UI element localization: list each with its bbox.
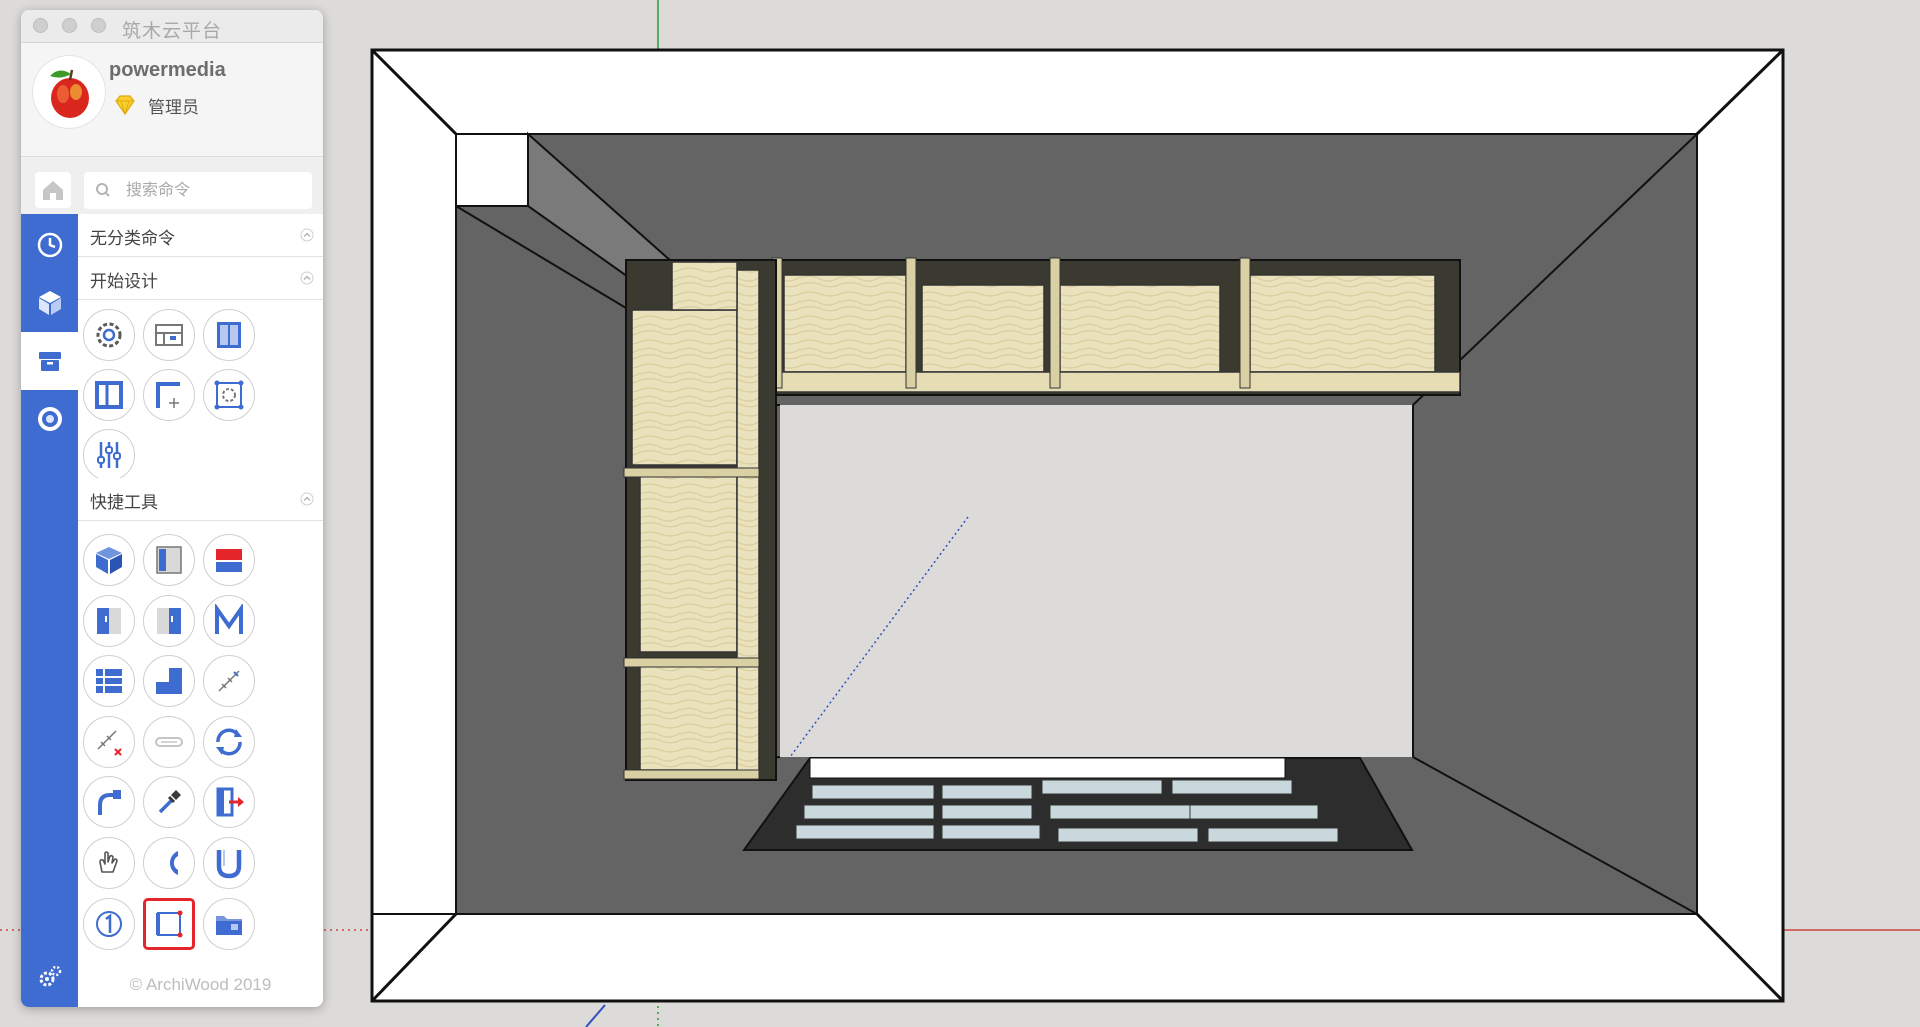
tool-floor-plan[interactable] <box>143 309 195 361</box>
tool-settings[interactable] <box>83 309 135 361</box>
tool-adjust[interactable] <box>83 429 135 481</box>
search-input[interactable] <box>126 172 306 209</box>
cube-icon <box>96 547 122 574</box>
section-quick-tools[interactable]: 快捷工具 <box>78 478 323 521</box>
tool-wardrobe[interactable] <box>203 309 255 361</box>
side-panel-icon <box>156 546 182 574</box>
username: powermedia <box>109 59 226 81</box>
tool-eyedropper[interactable] <box>143 776 195 828</box>
corner-select-icon <box>156 910 183 938</box>
tool-right-door[interactable] <box>143 595 195 647</box>
component-settings-icon <box>214 380 244 410</box>
user-role: 管理员 <box>148 98 199 117</box>
nav-history[interactable] <box>21 216 78 274</box>
number-one-icon <box>96 911 122 937</box>
tool-m-panel[interactable] <box>203 595 255 647</box>
hand-pointer-icon <box>99 851 118 873</box>
rotate-arc-icon <box>98 790 121 815</box>
tool-component-settings[interactable] <box>203 369 255 421</box>
nav-cabinets[interactable] <box>21 332 78 390</box>
top-panel-icon <box>216 549 242 572</box>
shelves-icon <box>96 669 122 693</box>
edge-band-icon <box>155 737 183 747</box>
chevron-up-icon[interactable] <box>300 492 314 506</box>
tool-corner-select[interactable] <box>143 898 195 950</box>
apple-icon <box>50 69 89 118</box>
diamond-icon <box>115 95 135 116</box>
ring-icon <box>37 407 62 431</box>
tool-u-panel[interactable] <box>203 837 255 889</box>
right-door-icon <box>157 608 181 634</box>
section-label: 开始设计 <box>90 272 158 291</box>
left-door-icon <box>97 608 121 634</box>
nav-models[interactable] <box>21 274 78 332</box>
tool-exit-panel[interactable] <box>203 776 255 828</box>
tool-arc[interactable] <box>143 837 195 889</box>
tool-box[interactable] <box>83 534 135 586</box>
tool-side-panel[interactable] <box>143 534 195 586</box>
nav-materials[interactable] <box>21 390 78 448</box>
chevron-up-icon[interactable] <box>300 271 314 285</box>
section-start-design[interactable]: 开始设计 <box>78 257 323 300</box>
home-button[interactable] <box>35 172 71 208</box>
step-icon <box>156 668 182 694</box>
tool-edge-band[interactable] <box>143 716 195 768</box>
wardrobe-icon <box>217 322 241 348</box>
tool-refresh[interactable] <box>203 716 255 768</box>
tool-delete-measure[interactable] <box>83 716 135 768</box>
section-label: 快捷工具 <box>90 493 158 512</box>
add-corner-icon <box>156 382 180 408</box>
box-icon <box>38 352 61 371</box>
gear-icon <box>96 322 122 348</box>
delete-measure-icon <box>97 730 122 756</box>
chevron-up-icon[interactable] <box>300 228 314 242</box>
u-shape-icon <box>216 850 242 879</box>
m-letter-icon <box>215 604 243 634</box>
tool-folder[interactable] <box>203 898 255 950</box>
tool-top-panel[interactable] <box>203 534 255 586</box>
history-icon <box>37 232 62 258</box>
floor-plan-icon <box>155 324 183 346</box>
eyedropper-icon <box>158 790 181 814</box>
tool-shelves[interactable] <box>83 655 135 707</box>
window-title: 筑木云平台 <box>121 21 222 42</box>
tool-frame[interactable] <box>83 369 135 421</box>
tool-number[interactable] <box>83 898 135 950</box>
nav-settings[interactable] <box>21 948 78 1006</box>
plugin-panel: 筑木云平台 powermedia 管理员 搜索命令 无分类命令 开始设计 快捷工… <box>21 10 323 1007</box>
refresh-icon <box>216 728 242 756</box>
frame-icon <box>95 381 123 409</box>
arc-icon <box>170 851 178 875</box>
tool-left-door[interactable] <box>83 595 135 647</box>
tool-hand[interactable] <box>83 837 135 889</box>
section-label: 无分类命令 <box>90 229 175 248</box>
search-icon <box>96 183 110 197</box>
sliders-icon <box>97 442 121 468</box>
search-box[interactable] <box>84 172 312 209</box>
settings-icon <box>39 965 61 987</box>
avatar[interactable] <box>33 56 105 128</box>
nav-sidebar <box>21 214 78 1007</box>
user-profile: powermedia 管理员 <box>21 43 323 157</box>
section-uncategorized[interactable]: 无分类命令 <box>78 214 323 257</box>
tool-step-panel[interactable] <box>143 655 195 707</box>
tool-rotate[interactable] <box>83 776 135 828</box>
copyright: © ArchiWood 2019 <box>129 975 272 994</box>
folder-icon <box>216 916 242 935</box>
title-bar: 筑木云平台 <box>21 10 323 43</box>
tool-add-corner[interactable] <box>143 369 195 421</box>
cube-icon <box>38 291 61 315</box>
tool-measure[interactable] <box>203 655 255 707</box>
home-icon <box>43 181 63 200</box>
measure-icon <box>218 670 240 692</box>
exit-arrow-icon <box>216 787 244 817</box>
command-list: 无分类命令 开始设计 快捷工具 © ArchiWood 2019 <box>78 214 323 1007</box>
